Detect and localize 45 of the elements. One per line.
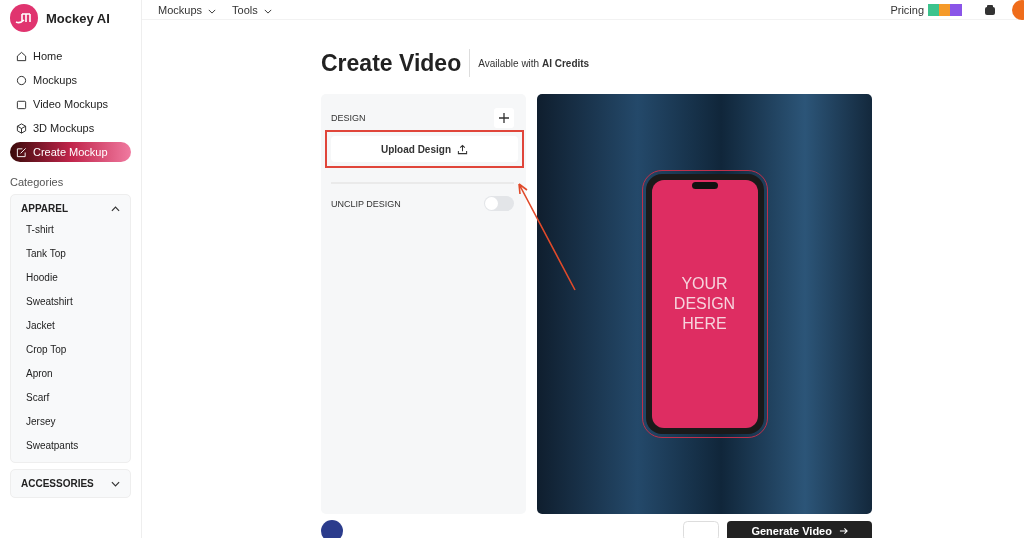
- category-item[interactable]: Scarf: [11, 386, 130, 410]
- category-item[interactable]: Apron: [11, 362, 130, 386]
- sidebar-item[interactable]: Video Mockups: [10, 94, 131, 114]
- edit-icon: [16, 146, 27, 158]
- sidebar-item[interactable]: Mockups: [10, 70, 131, 90]
- category-item[interactable]: Sweatpants: [11, 434, 130, 458]
- category-item[interactable]: T-shirt: [11, 218, 130, 242]
- toggle-switch[interactable]: [484, 196, 514, 211]
- generate-video-button[interactable]: Generate Video: [727, 521, 872, 538]
- upload-button[interactable]: Upload Design: [331, 136, 518, 162]
- brand-name: Mockey AI: [46, 10, 110, 26]
- category-item[interactable]: Crop Top: [11, 338, 130, 362]
- arrow-icon: [839, 527, 848, 535]
- wallet-icon[interactable]: [984, 4, 996, 16]
- chevron-icon: [263, 8, 272, 14]
- sidebar-item[interactable]: Create Mockup: [10, 142, 131, 162]
- camera-notch: [691, 182, 718, 189]
- option-label: UNCLIP DESIGN: [331, 198, 401, 209]
- chevron-icon[interactable]: [111, 205, 120, 212]
- category-item[interactable]: Sweatshirt: [11, 290, 130, 314]
- page-subtitle: Available with AI Credits: [478, 57, 590, 69]
- logo-icon: [10, 4, 38, 32]
- sidebar-item[interactable]: Home: [10, 46, 131, 66]
- section-heading: Categories: [10, 176, 65, 188]
- category-item[interactable]: Hoodie: [11, 266, 130, 290]
- pricing-link[interactable]: Pricing: [890, 4, 924, 16]
- design-placeholder-text: YOUR DESIGN HERE: [673, 274, 736, 334]
- upload-icon: [457, 143, 468, 155]
- cube-icon: [16, 122, 27, 134]
- category-item[interactable]: Jersey: [11, 410, 130, 434]
- chevron-icon[interactable]: [111, 480, 120, 487]
- badge-icons: [928, 4, 962, 16]
- avatar[interactable]: [321, 520, 343, 538]
- menu-dropdown[interactable]: Tools: [232, 4, 272, 16]
- category-heading[interactable]: ACCESSORIES: [21, 478, 94, 489]
- sidebar-item[interactable]: 3D Mockups: [10, 118, 131, 138]
- category-item[interactable]: Jacket: [11, 314, 130, 338]
- category-heading[interactable]: APPAREL: [21, 203, 69, 214]
- category-item[interactable]: Tank Top: [11, 242, 130, 266]
- menu-dropdown[interactable]: Mockups: [158, 4, 217, 16]
- page-title: Create Video: [321, 49, 471, 77]
- plus-icon[interactable]: [494, 108, 514, 128]
- home-icon: [16, 50, 27, 62]
- chevron-icon: [208, 8, 217, 14]
- section-label: DESIGN: [331, 113, 366, 123]
